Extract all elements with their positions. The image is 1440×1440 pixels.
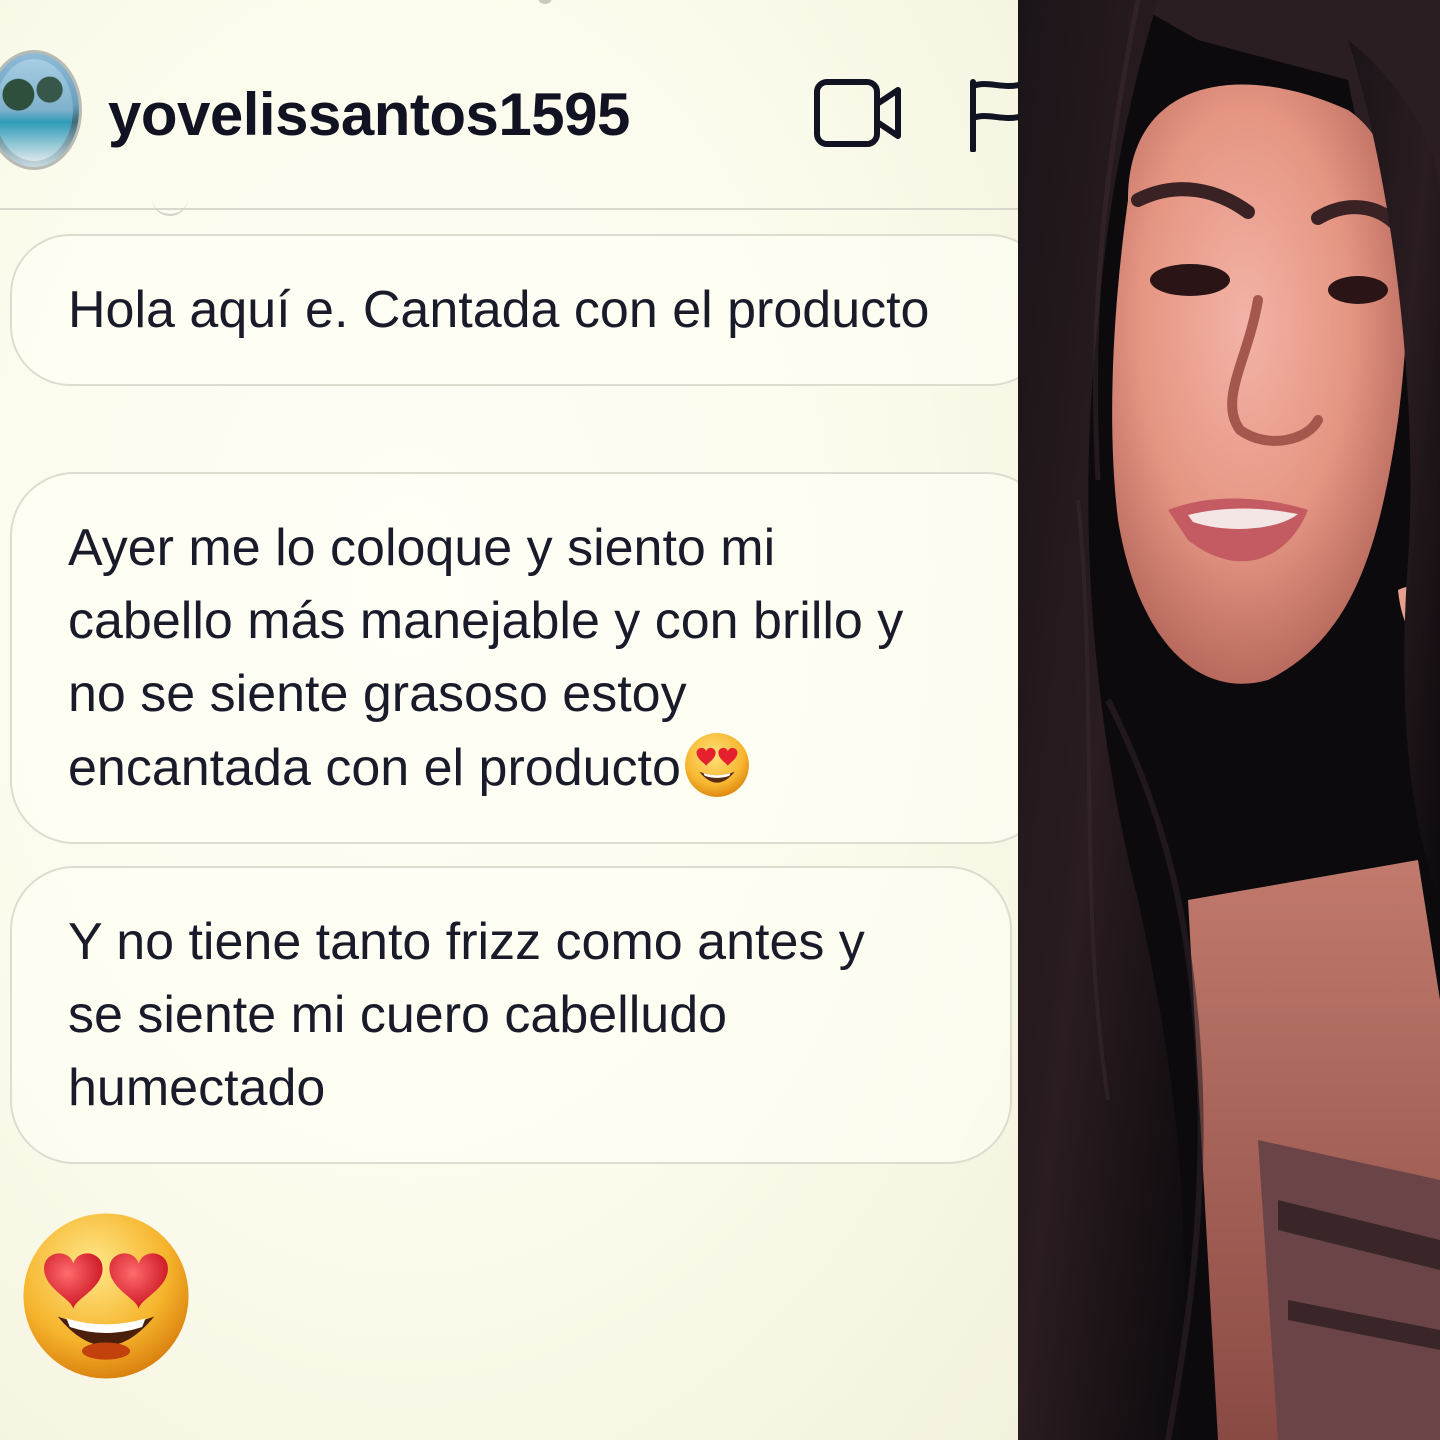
flag-icon[interactable] [968, 76, 1018, 152]
scroll-indicator [152, 196, 188, 216]
heart-eyes-emoji-icon[interactable] [20, 1210, 192, 1382]
video-camera-icon[interactable] [814, 78, 904, 148]
chat-screenshot: yovelissantos1595 Hola aquí e. Cantada c… [0, 0, 1018, 1440]
message-text-last-line: encantada con el producto [68, 731, 988, 805]
message-bubble[interactable]: Y no tiene tanto frizz como antes y se s… [10, 866, 1012, 1164]
message-text: se siente mi cuero cabelludo [68, 986, 728, 1044]
message-text: no se siente grasoso estoy [68, 665, 687, 723]
message-text: humectado [68, 1059, 326, 1117]
heart-eyes-emoji-icon [684, 733, 749, 797]
username[interactable]: yovelissantos1595 [108, 80, 630, 149]
message-text: cabello más manejable y con brillo y [68, 592, 904, 650]
avatar-photo [0, 59, 73, 161]
profile-photo [1018, 0, 1440, 1440]
chat-header: yovelissantos1595 [0, 0, 1018, 210]
message-text: encantada con el producto [68, 739, 681, 797]
screenshot-collage: yovelissantos1595 Hola aquí e. Cantada c… [0, 0, 1440, 1440]
message-bubble[interactable]: Ayer me lo coloque y siento mi cabello m… [10, 472, 1018, 844]
portrait-illustration [1018, 0, 1440, 1440]
avatar[interactable] [0, 50, 82, 170]
message-text: Hola aquí e. Cantada con el producto [68, 281, 930, 339]
message-bubble[interactable]: Hola aquí e. Cantada con el producto [10, 234, 1018, 386]
message-text: Y no tiene tanto frizz como antes y [68, 913, 865, 971]
message-text: Ayer me lo coloque y siento mi [68, 519, 776, 577]
